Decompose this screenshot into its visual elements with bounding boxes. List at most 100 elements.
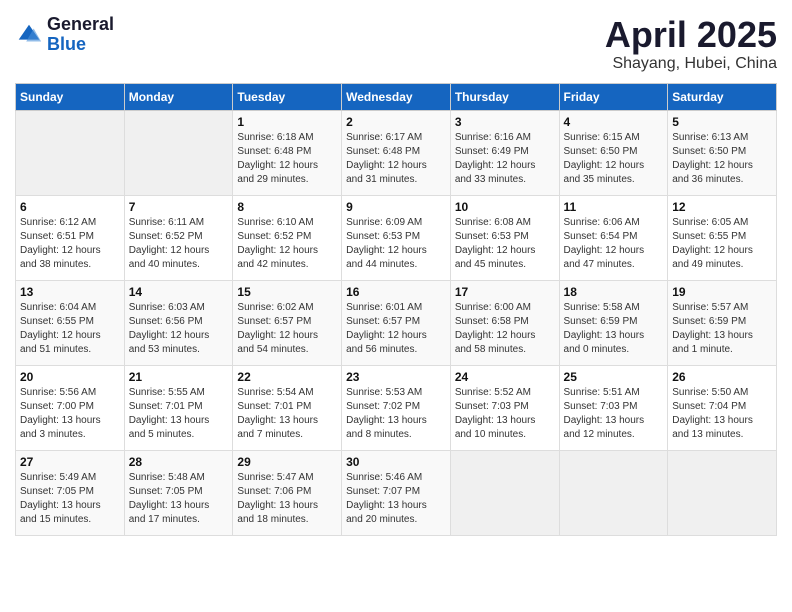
calendar-cell: 6 Sunrise: 6:12 AM Sunset: 6:51 PM Daylig… <box>16 195 125 280</box>
logo-blue: Blue <box>47 35 114 55</box>
day-number: 11 <box>564 200 664 214</box>
day-number: 4 <box>564 115 664 129</box>
logo-icon <box>15 21 43 49</box>
day-number: 9 <box>346 200 446 214</box>
calendar-week-4: 20 Sunrise: 5:56 AM Sunset: 7:00 PM Dayli… <box>16 365 777 450</box>
calendar-cell: 2 Sunrise: 6:17 AM Sunset: 6:48 PM Daylig… <box>342 110 451 195</box>
calendar-week-1: 1 Sunrise: 6:18 AM Sunset: 6:48 PM Daylig… <box>16 110 777 195</box>
calendar-cell <box>124 110 233 195</box>
day-info: Sunrise: 6:18 AM Sunset: 6:48 PM Dayligh… <box>237 131 337 187</box>
calendar-table: SundayMondayTuesdayWednesdayThursdayFrid… <box>15 83 777 536</box>
day-number: 18 <box>564 285 664 299</box>
day-number: 12 <box>672 200 772 214</box>
day-info: Sunrise: 6:10 AM Sunset: 6:52 PM Dayligh… <box>237 216 337 272</box>
day-info: Sunrise: 6:01 AM Sunset: 6:57 PM Dayligh… <box>346 301 446 357</box>
calendar-cell <box>16 110 125 195</box>
calendar-cell: 8 Sunrise: 6:10 AM Sunset: 6:52 PM Daylig… <box>233 195 342 280</box>
day-number: 14 <box>129 285 229 299</box>
day-info: Sunrise: 5:53 AM Sunset: 7:02 PM Dayligh… <box>346 386 446 442</box>
day-number: 28 <box>129 455 229 469</box>
calendar-cell: 18 Sunrise: 5:58 AM Sunset: 6:59 PM Dayli… <box>559 280 668 365</box>
day-info: Sunrise: 6:04 AM Sunset: 6:55 PM Dayligh… <box>20 301 120 357</box>
day-info: Sunrise: 5:54 AM Sunset: 7:01 PM Dayligh… <box>237 386 337 442</box>
day-number: 8 <box>237 200 337 214</box>
day-info: Sunrise: 5:50 AM Sunset: 7:04 PM Dayligh… <box>672 386 772 442</box>
calendar-cell: 5Sunrise: 6:13 AM Sunset: 6:50 PM Daylig… <box>668 110 777 195</box>
calendar-cell: 21Sunrise: 5:55 AM Sunset: 7:01 PM Dayli… <box>124 365 233 450</box>
day-info: Sunrise: 6:08 AM Sunset: 6:53 PM Dayligh… <box>455 216 555 272</box>
day-number: 25 <box>564 370 664 384</box>
day-number: 22 <box>237 370 337 384</box>
logo: General Blue <box>15 15 114 55</box>
calendar-cell: 28 Sunrise: 5:48 AM Sunset: 7:05 PM Dayli… <box>124 450 233 535</box>
day-number: 24 <box>455 370 555 384</box>
day-number: 30 <box>346 455 446 469</box>
day-info: Sunrise: 5:46 AM Sunset: 7:07 PM Dayligh… <box>346 471 446 527</box>
day-info: Sunrise: 5:57 AM Sunset: 6:59 PM Dayligh… <box>672 301 772 357</box>
calendar-cell: 22 Sunrise: 5:54 AM Sunset: 7:01 PM Dayli… <box>233 365 342 450</box>
calendar-week-5: 27Sunrise: 5:49 AM Sunset: 7:05 PM Dayli… <box>16 450 777 535</box>
day-info: Sunrise: 5:52 AM Sunset: 7:03 PM Dayligh… <box>455 386 555 442</box>
calendar-cell: 23 Sunrise: 5:53 AM Sunset: 7:02 PM Dayli… <box>342 365 451 450</box>
day-number: 2 <box>346 115 446 129</box>
day-header-friday: Friday <box>559 83 668 110</box>
day-number: 6 <box>20 200 120 214</box>
day-number: 29 <box>237 455 337 469</box>
day-info: Sunrise: 6:06 AM Sunset: 6:54 PM Dayligh… <box>564 216 664 272</box>
location-title: Shayang, Hubei, China <box>605 55 777 73</box>
day-number: 19 <box>672 285 772 299</box>
calendar-cell: 26Sunrise: 5:50 AM Sunset: 7:04 PM Dayli… <box>668 365 777 450</box>
day-number: 27 <box>20 455 120 469</box>
title-area: April 2025 Shayang, Hubei, China <box>605 15 777 73</box>
logo-general: General <box>47 15 114 35</box>
month-title: April 2025 <box>605 15 777 55</box>
calendar-cell: 20 Sunrise: 5:56 AM Sunset: 7:00 PM Dayli… <box>16 365 125 450</box>
day-info: Sunrise: 6:17 AM Sunset: 6:48 PM Dayligh… <box>346 131 446 187</box>
calendar-week-2: 6 Sunrise: 6:12 AM Sunset: 6:51 PM Daylig… <box>16 195 777 280</box>
calendar-cell: 14Sunrise: 6:03 AM Sunset: 6:56 PM Dayli… <box>124 280 233 365</box>
calendar-cell: 19 Sunrise: 5:57 AM Sunset: 6:59 PM Dayli… <box>668 280 777 365</box>
calendar-cell: 16 Sunrise: 6:01 AM Sunset: 6:57 PM Dayli… <box>342 280 451 365</box>
day-number: 17 <box>455 285 555 299</box>
calendar-cell: 25 Sunrise: 5:51 AM Sunset: 7:03 PM Dayli… <box>559 365 668 450</box>
day-info: Sunrise: 6:11 AM Sunset: 6:52 PM Dayligh… <box>129 216 229 272</box>
day-number: 1 <box>237 115 337 129</box>
calendar-cell: 4 Sunrise: 6:15 AM Sunset: 6:50 PM Daylig… <box>559 110 668 195</box>
calendar-cell: 30 Sunrise: 5:46 AM Sunset: 7:07 PM Dayli… <box>342 450 451 535</box>
day-number: 23 <box>346 370 446 384</box>
calendar-week-3: 13 Sunrise: 6:04 AM Sunset: 6:55 PM Dayli… <box>16 280 777 365</box>
day-number: 15 <box>237 285 337 299</box>
page-header: General Blue April 2025 Shayang, Hubei, … <box>15 15 777 73</box>
calendar-header-row: SundayMondayTuesdayWednesdayThursdayFrid… <box>16 83 777 110</box>
day-info: Sunrise: 5:56 AM Sunset: 7:00 PM Dayligh… <box>20 386 120 442</box>
day-info: Sunrise: 6:09 AM Sunset: 6:53 PM Dayligh… <box>346 216 446 272</box>
day-info: Sunrise: 6:02 AM Sunset: 6:57 PM Dayligh… <box>237 301 337 357</box>
calendar-cell: 24 Sunrise: 5:52 AM Sunset: 7:03 PM Dayli… <box>450 365 559 450</box>
calendar-cell: 13 Sunrise: 6:04 AM Sunset: 6:55 PM Dayli… <box>16 280 125 365</box>
day-number: 7 <box>129 200 229 214</box>
day-number: 13 <box>20 285 120 299</box>
calendar-cell: 1 Sunrise: 6:18 AM Sunset: 6:48 PM Daylig… <box>233 110 342 195</box>
day-info: Sunrise: 6:16 AM Sunset: 6:49 PM Dayligh… <box>455 131 555 187</box>
calendar-cell: 29 Sunrise: 5:47 AM Sunset: 7:06 PM Dayli… <box>233 450 342 535</box>
day-info: Sunrise: 5:48 AM Sunset: 7:05 PM Dayligh… <box>129 471 229 527</box>
day-info: Sunrise: 5:58 AM Sunset: 6:59 PM Dayligh… <box>564 301 664 357</box>
day-info: Sunrise: 6:00 AM Sunset: 6:58 PM Dayligh… <box>455 301 555 357</box>
calendar-cell <box>668 450 777 535</box>
day-header-tuesday: Tuesday <box>233 83 342 110</box>
day-number: 20 <box>20 370 120 384</box>
day-info: Sunrise: 6:12 AM Sunset: 6:51 PM Dayligh… <box>20 216 120 272</box>
day-info: Sunrise: 6:13 AM Sunset: 6:50 PM Dayligh… <box>672 131 772 187</box>
calendar-cell: 15 Sunrise: 6:02 AM Sunset: 6:57 PM Dayli… <box>233 280 342 365</box>
day-info: Sunrise: 5:47 AM Sunset: 7:06 PM Dayligh… <box>237 471 337 527</box>
day-number: 10 <box>455 200 555 214</box>
calendar-cell: 12 Sunrise: 6:05 AM Sunset: 6:55 PM Dayli… <box>668 195 777 280</box>
day-number: 21 <box>129 370 229 384</box>
day-number: 16 <box>346 285 446 299</box>
day-info: Sunrise: 5:51 AM Sunset: 7:03 PM Dayligh… <box>564 386 664 442</box>
day-info: Sunrise: 6:15 AM Sunset: 6:50 PM Dayligh… <box>564 131 664 187</box>
calendar-cell: 3 Sunrise: 6:16 AM Sunset: 6:49 PM Daylig… <box>450 110 559 195</box>
day-header-monday: Monday <box>124 83 233 110</box>
day-number: 3 <box>455 115 555 129</box>
day-info: Sunrise: 6:05 AM Sunset: 6:55 PM Dayligh… <box>672 216 772 272</box>
